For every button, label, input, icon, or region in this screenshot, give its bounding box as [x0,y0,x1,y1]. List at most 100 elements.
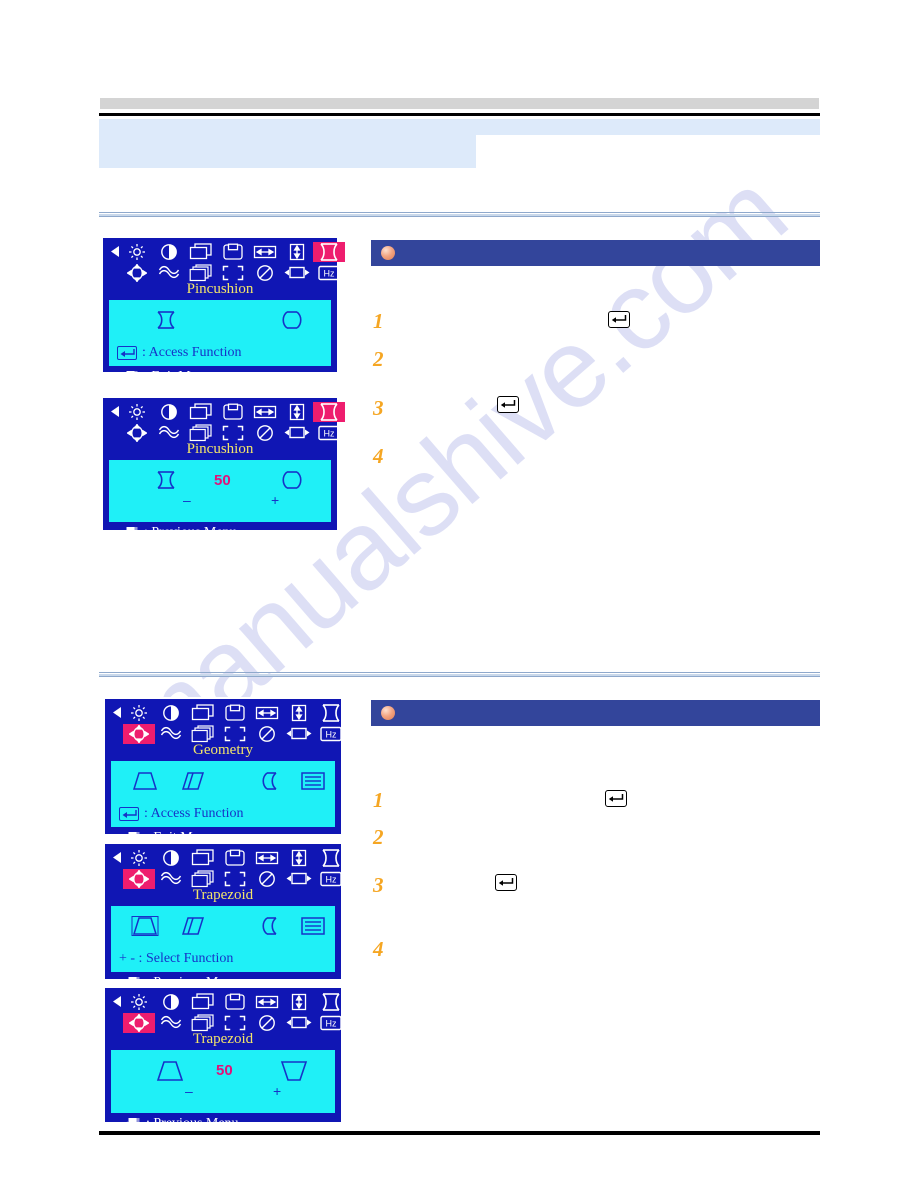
brightness-icon[interactable] [123,848,155,868]
zoom-icon[interactable] [219,869,251,889]
contrast-icon[interactable] [155,992,187,1012]
v-size-icon[interactable] [283,848,315,868]
enter-key-icon-step1[interactable] [608,311,630,328]
h-size-icon[interactable] [251,848,283,868]
enter-key-icon-step1[interactable] [605,790,627,807]
pinbalance-icon[interactable] [153,263,185,283]
osd-position-icon[interactable] [281,263,313,283]
pin-balance-icon[interactable] [259,771,287,796]
brightness-icon[interactable] [123,992,155,1012]
degauss-icon[interactable] [251,869,283,889]
right-arrow-icon[interactable] [345,263,357,283]
osd-minus-sign[interactable]: – [185,1083,193,1099]
pincushion-icon[interactable] [315,848,347,868]
trapezoid-icon[interactable] [131,916,159,941]
parallelogram-icon[interactable] [179,771,207,796]
trapezoid-icon[interactable] [131,771,159,796]
geometry-icon[interactable] [123,723,155,744]
recall-hz-icon[interactable]: Hz [315,1013,347,1033]
v-position-icon[interactable] [219,992,251,1012]
degauss-icon[interactable] [251,724,283,744]
left-arrow-icon[interactable] [111,992,123,1012]
left-arrow-icon[interactable] [111,703,123,723]
parallelogram-icon[interactable] [185,263,217,283]
h-position-icon[interactable] [185,402,217,422]
v-size-icon[interactable] [283,992,315,1012]
h-size-icon[interactable] [251,992,283,1012]
degauss-icon[interactable] [249,423,281,443]
right-arrow-icon[interactable] [347,1013,359,1033]
pinbalance-icon[interactable] [153,423,185,443]
pinbalance-icon[interactable] [155,724,187,744]
osd-position-icon[interactable] [283,1013,315,1033]
pincushion-in-icon[interactable] [153,470,179,495]
v-position-icon[interactable] [217,242,249,262]
right-arrow-icon[interactable] [345,423,357,443]
brightness-icon[interactable] [121,402,153,422]
contrast-icon[interactable] [155,703,187,723]
linearity-icon[interactable] [299,916,327,941]
zoom-icon[interactable] [217,263,249,283]
v-size-icon[interactable] [281,242,313,262]
enter-key-icon-step3[interactable] [497,396,519,413]
parallelogram-icon[interactable] [187,724,219,744]
parallelogram-icon[interactable] [187,869,219,889]
linearity-icon[interactable] [299,771,327,796]
osd-position-icon[interactable] [283,869,315,889]
enter-key-icon-step3[interactable] [495,874,517,891]
geometry-icon[interactable] [121,423,153,443]
zoom-icon[interactable] [219,1013,251,1033]
v-size-icon[interactable] [283,703,315,723]
right-arrow-icon[interactable] [347,724,359,744]
contrast-icon[interactable] [153,242,185,262]
pincushion-out-icon[interactable] [279,310,305,335]
left-arrow-icon[interactable] [111,848,123,868]
left-arrow-icon[interactable] [109,402,121,422]
pinbalance-icon[interactable] [155,1013,187,1033]
recall-hz-icon[interactable]: Hz [315,724,347,744]
osd-plus-sign[interactable]: + [273,1083,281,1099]
pincushion-in-icon[interactable] [153,310,179,335]
osd-plus-sign[interactable]: + [271,492,279,508]
h-size-icon[interactable] [249,242,281,262]
h-size-icon[interactable] [251,703,283,723]
h-size-icon[interactable] [249,402,281,422]
pincushion-icon[interactable] [315,703,347,723]
degauss-icon[interactable] [251,1013,283,1033]
geometry-icon[interactable] [123,868,155,889]
geometry-icon[interactable] [121,263,153,283]
degauss-icon[interactable] [249,263,281,283]
pincushion-icon[interactable] [313,401,345,422]
brightness-icon[interactable] [123,703,155,723]
brightness-icon[interactable] [121,242,153,262]
h-position-icon[interactable] [187,703,219,723]
recall-hz-icon[interactable]: Hz [313,263,345,283]
right-arrow-icon[interactable] [347,869,359,889]
geometry-icon[interactable] [123,1012,155,1033]
parallelogram-icon[interactable] [179,916,207,941]
h-position-icon[interactable] [185,242,217,262]
parallelogram-icon[interactable] [187,1013,219,1033]
zoom-icon[interactable] [217,423,249,443]
pincushion-icon[interactable] [315,992,347,1012]
h-position-icon[interactable] [187,992,219,1012]
h-position-icon[interactable] [187,848,219,868]
pin-balance-icon[interactable] [259,916,287,941]
pinbalance-icon[interactable] [155,869,187,889]
recall-hz-icon[interactable]: Hz [315,869,347,889]
left-arrow-icon[interactable] [109,242,121,262]
v-position-icon[interactable] [217,402,249,422]
osd-minus-sign[interactable]: – [183,492,191,508]
zoom-icon[interactable] [219,724,251,744]
pincushion-out-icon[interactable] [279,470,305,495]
pincushion-icon[interactable] [313,241,345,262]
recall-hz-icon[interactable]: Hz [313,423,345,443]
osd-position-icon[interactable] [281,423,313,443]
parallelogram-icon[interactable] [185,423,217,443]
v-size-icon[interactable] [281,402,313,422]
trapezoid-narrow-top-icon[interactable] [155,1060,185,1087]
v-position-icon[interactable] [219,703,251,723]
osd-position-icon[interactable] [283,724,315,744]
contrast-icon[interactable] [155,848,187,868]
v-position-icon[interactable] [219,848,251,868]
